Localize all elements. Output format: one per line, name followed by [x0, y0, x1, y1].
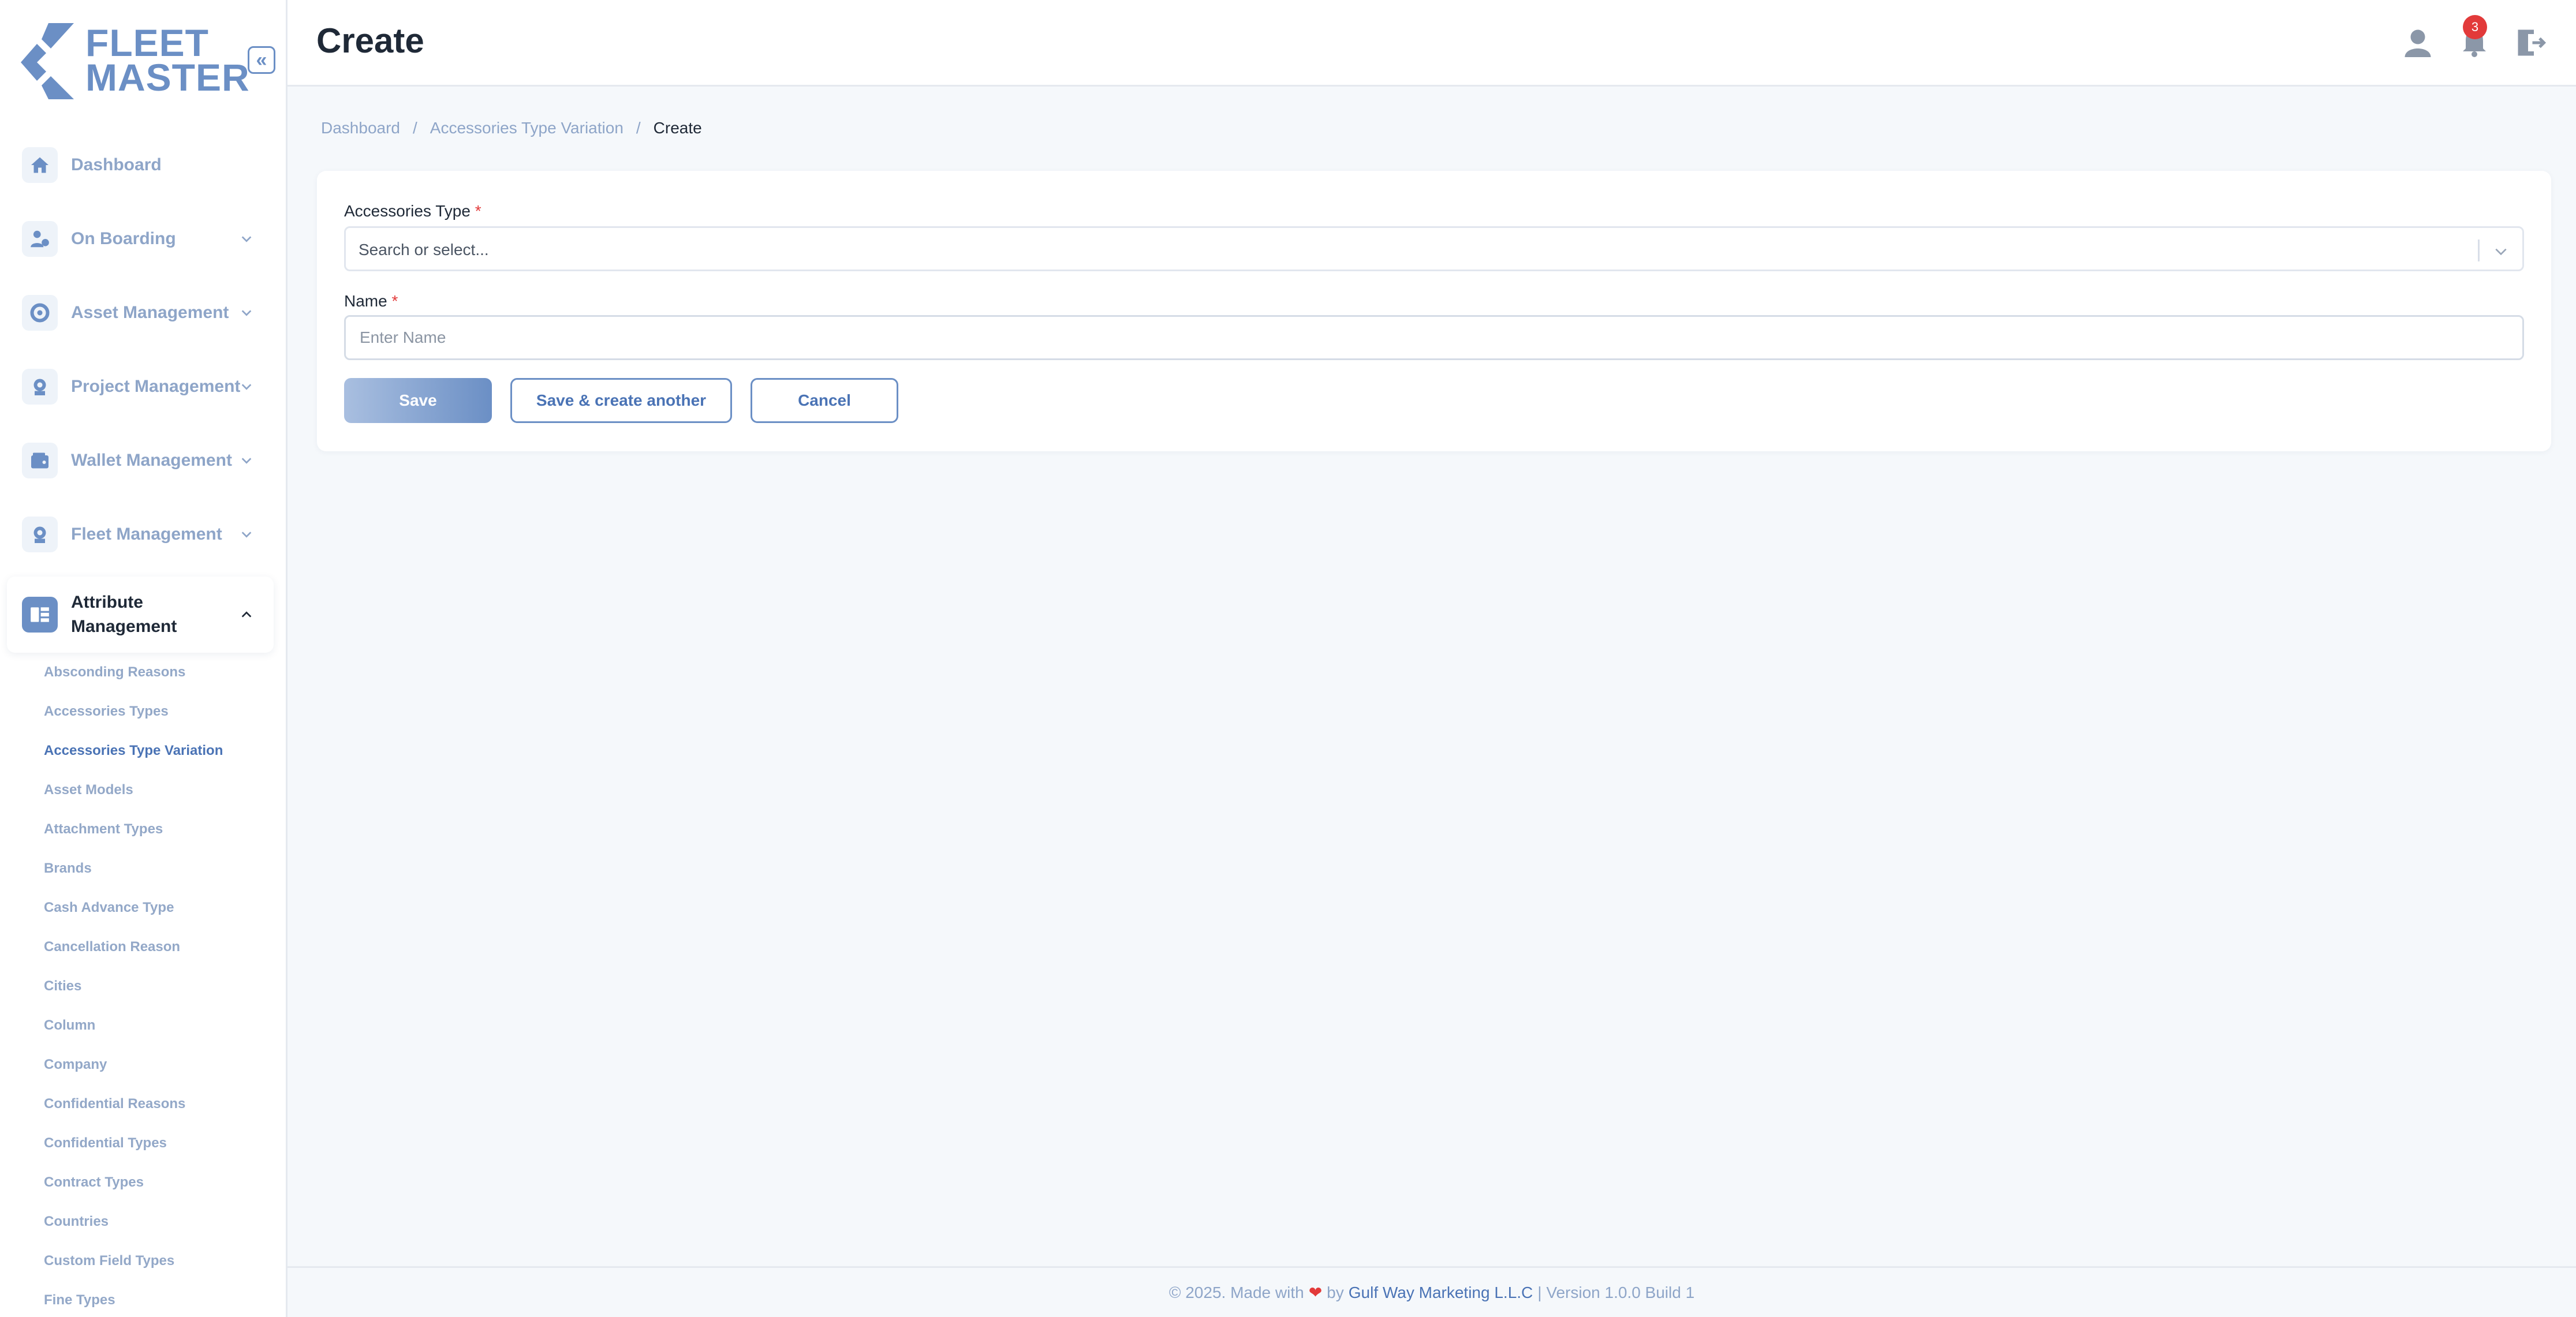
- sidebar-item-attribute-management[interactable]: Attribute Management: [7, 577, 274, 653]
- name-input[interactable]: [346, 317, 2522, 358]
- breadcrumb-separator: /: [412, 119, 417, 137]
- accessories-type-placeholder: Search or select...: [359, 241, 489, 259]
- save-and-create-another-button[interactable]: Save & create another: [510, 378, 732, 423]
- label-line-2: Management: [71, 617, 177, 636]
- sub-item-company[interactable]: Company: [44, 1057, 107, 1073]
- sub-item-column[interactable]: Column: [44, 1017, 95, 1034]
- breadcrumb-accessories-type-variation-link[interactable]: Accessories Type Variation: [430, 119, 624, 137]
- sidebar-item-label: Asset Management: [71, 303, 229, 322]
- chevron-down-icon: [241, 532, 252, 538]
- sub-item-brands[interactable]: Brands: [44, 860, 92, 877]
- sidebar-item-label: Project Management: [71, 377, 241, 396]
- top-header: Create: [288, 0, 2576, 87]
- double-chevron-left-icon: «: [256, 48, 267, 71]
- user-onboarding-icon: [22, 221, 58, 257]
- sub-item-confidential-reasons[interactable]: Confidential Reasons: [44, 1096, 185, 1112]
- breadcrumb: Dashboard / Accessories Type Variation /…: [321, 119, 702, 137]
- cancel-button[interactable]: Cancel: [751, 378, 898, 423]
- sub-item-absconding-reasons[interactable]: Absconding Reasons: [44, 664, 185, 680]
- sidebar-item-label: On Boarding: [71, 229, 176, 248]
- footer: © 2025. Made with ❤ by Gulf Way Marketin…: [288, 1266, 2576, 1317]
- sub-item-cash-advance-type[interactable]: Cash Advance Type: [44, 900, 174, 916]
- sidebar-item-dashboard[interactable]: Dashboard: [7, 130, 274, 200]
- fleet-icon: [22, 517, 58, 552]
- footer-version: | Version 1.0.0 Build 1: [1537, 1283, 1695, 1301]
- logo-text: FLEET MASTER: [85, 21, 250, 99]
- chevron-up-icon: [241, 611, 252, 618]
- chevron-down-icon[interactable]: [2493, 244, 2508, 259]
- name-label-text: Name: [344, 292, 387, 310]
- sub-item-confidential-types[interactable]: Confidential Types: [44, 1135, 167, 1151]
- chevron-down-icon: [241, 236, 252, 242]
- chevron-down-icon: [241, 384, 252, 390]
- name-field-wrapper: [344, 315, 2524, 360]
- notification-count-badge: 3: [2463, 15, 2487, 39]
- sub-item-contract-types[interactable]: Contract Types: [44, 1174, 144, 1191]
- wallet-icon: [22, 443, 58, 478]
- logo-mark-icon: [21, 23, 74, 99]
- sidebar-item-label: Wallet Management: [71, 451, 232, 470]
- accessories-type-label: Accessories Type *: [344, 202, 481, 220]
- logout-icon[interactable]: [2514, 25, 2548, 60]
- sidebar-item-wallet-management[interactable]: Wallet Management: [7, 426, 274, 495]
- accessories-type-label-text: Accessories Type: [344, 202, 471, 220]
- select-divider: [2478, 240, 2480, 261]
- sub-item-accessories-type-variation[interactable]: Accessories Type Variation: [44, 743, 223, 759]
- chevron-down-icon: [241, 458, 252, 464]
- asset-icon: [22, 295, 58, 331]
- sidebar-item-fleet-management[interactable]: Fleet Management: [7, 500, 274, 569]
- sub-item-custom-field-types[interactable]: Custom Field Types: [44, 1253, 174, 1269]
- attribute-icon: [22, 597, 58, 633]
- user-profile-icon[interactable]: [2400, 25, 2435, 60]
- required-mark: *: [475, 202, 481, 220]
- breadcrumb-separator: /: [636, 119, 641, 137]
- sidebar-item-asset-management[interactable]: Asset Management: [7, 278, 274, 347]
- sub-item-cancellation-reason[interactable]: Cancellation Reason: [44, 939, 180, 955]
- page-title: Create: [316, 21, 424, 60]
- sub-item-fine-types[interactable]: Fine Types: [44, 1292, 115, 1308]
- sidebar: FLEET MASTER « Dashboard On Boarding Ass…: [0, 0, 288, 1317]
- sidebar-item-on-boarding[interactable]: On Boarding: [7, 204, 274, 274]
- footer-by: by: [1327, 1283, 1344, 1301]
- sub-item-asset-models[interactable]: Asset Models: [44, 782, 133, 798]
- label-line-1: Attribute: [71, 593, 143, 612]
- required-mark: *: [391, 292, 398, 310]
- sidebar-item-label: Attribute Management: [71, 590, 177, 639]
- sub-item-attachment-types[interactable]: Attachment Types: [44, 821, 163, 837]
- sub-item-cities[interactable]: Cities: [44, 978, 81, 994]
- create-form-card: Accessories Type * Search or select... N…: [317, 171, 2551, 451]
- footer-prefix: © 2025. Made with: [1168, 1283, 1304, 1301]
- company-link[interactable]: Gulf Way Marketing L.L.C: [1349, 1284, 1533, 1302]
- home-icon: [22, 147, 58, 183]
- save-button[interactable]: Save: [344, 378, 492, 423]
- sub-item-countries[interactable]: Countries: [44, 1214, 109, 1230]
- logo-line-2: MASTER: [85, 56, 250, 99]
- heart-icon: ❤: [1308, 1284, 1323, 1301]
- accessories-type-select[interactable]: Search or select...: [344, 226, 2524, 271]
- collapse-sidebar-button[interactable]: «: [248, 46, 275, 74]
- sidebar-item-label: Fleet Management: [71, 525, 222, 544]
- sidebar-item-project-management[interactable]: Project Management: [7, 352, 274, 421]
- breadcrumb-current: Create: [653, 119, 702, 137]
- logo-line-1: FLEET: [85, 21, 209, 64]
- name-label: Name *: [344, 292, 398, 310]
- sidebar-item-label: Dashboard: [71, 155, 162, 174]
- sub-item-accessories-types[interactable]: Accessories Types: [44, 704, 169, 720]
- chevron-down-icon: [241, 310, 252, 316]
- logo[interactable]: FLEET MASTER: [21, 22, 249, 100]
- breadcrumb-dashboard-link[interactable]: Dashboard: [321, 119, 400, 137]
- project-icon: [22, 369, 58, 405]
